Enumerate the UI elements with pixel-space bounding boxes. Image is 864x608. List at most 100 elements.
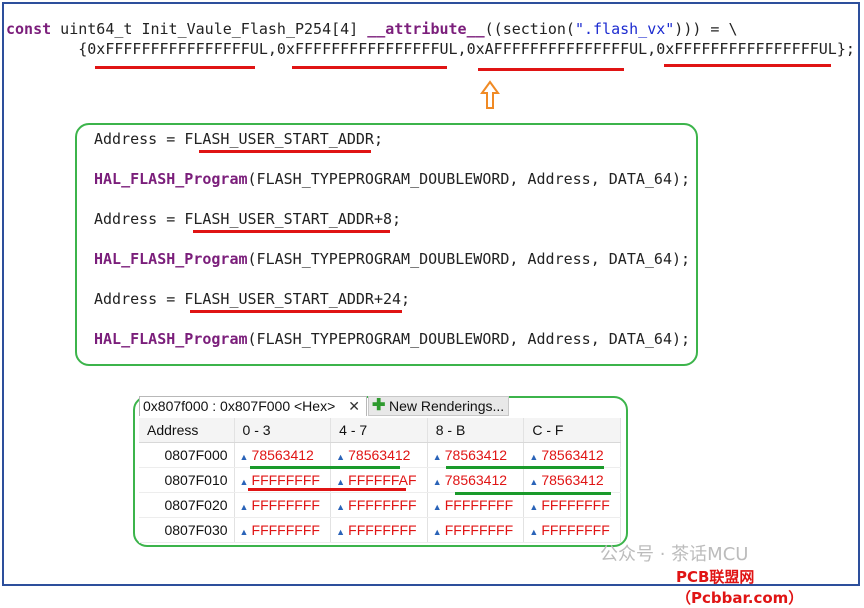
tab-memory-rendering[interactable]: 0x807f000 : 0x807F000 <Hex> ✕ — [139, 396, 367, 416]
function-name: HAL_FLASH_Program — [94, 250, 248, 268]
memory-table: Address 0 - 3 4 - 7 8 - B C - F 0807F000… — [139, 418, 621, 543]
table-row[interactable]: 0807F000 ▲ 78563412 ▲ 78563412 ▲ 78563412 ▲… — [139, 442, 621, 468]
cell-value: FFFFFFFF — [444, 522, 514, 538]
header-label: 8 - B — [435, 422, 466, 438]
memory-cell[interactable]: ▲ FFFFFFFF — [523, 517, 621, 543]
triangle-icon: ▲ — [432, 502, 442, 512]
cell-value: FFFFFFFF — [251, 497, 320, 513]
triangle-icon: ▲ — [239, 477, 249, 487]
row-address: 0807F020 — [139, 492, 235, 518]
memory-cell[interactable]: ▲ FFFFFFFF — [427, 517, 525, 543]
cell-value: FFFFFFFF — [348, 497, 417, 513]
row-address: 0807F010 — [139, 467, 235, 493]
row-address: 0807F000 — [139, 442, 235, 468]
triangle-icon: ▲ — [239, 502, 249, 512]
underline-row1-a — [248, 488, 406, 491]
plus-icon: ✚ — [372, 397, 386, 414]
watermark-site: PCB联盟网（Pcbbar.com） — [676, 568, 804, 607]
function-args: (FLASH_TYPEPROGRAM_DOUBLEWORD, Address, … — [247, 330, 691, 348]
memory-cell[interactable]: ▲ FFFFFFFF — [523, 492, 621, 518]
tab-label: New Renderings... — [389, 398, 505, 414]
section-string: ".flash_vx" — [574, 20, 675, 38]
memory-cell[interactable]: ▲ 78563412 — [523, 442, 621, 468]
triangle-icon: ▲ — [336, 527, 346, 537]
up-arrow-icon — [480, 80, 500, 109]
column-header[interactable]: 4 - 7 — [330, 418, 428, 443]
cell-value: 78563412 — [444, 447, 508, 463]
memory-cell[interactable]: ▲ FFFFFFFF — [427, 492, 525, 518]
triangle-icon: ▲ — [529, 477, 539, 487]
cell-value: 78563412 — [348, 447, 411, 463]
address-value: FLASH_USER_START_ADDR+24; — [184, 290, 411, 308]
memory-cell[interactable]: ▲ FFFFFFFF — [234, 517, 332, 543]
tab-label: 0x807f000 : 0x807F000 <Hex> — [143, 398, 336, 414]
header-label: 0 - 3 — [242, 422, 271, 438]
triangle-icon: ▲ — [336, 452, 346, 462]
watermark: 公众号 · 茶话MCU — [600, 544, 749, 565]
cell-value: 78563412 — [251, 447, 314, 463]
memory-view-panel: 0x807f000 : 0x807F000 <Hex> ✕ ✚ New Render… — [139, 396, 621, 543]
underline-row0-b — [446, 466, 604, 469]
function-name: HAL_FLASH_Program — [94, 170, 248, 188]
header-label: Address — [147, 422, 199, 438]
memory-cell[interactable]: ▲ 78563412 — [330, 442, 428, 468]
declaration-text: uint64_t Init_Vaule_Flash_P254[4] — [51, 20, 368, 38]
code-line-address-1: Address = FLASH_USER_START_ADDR; — [94, 129, 383, 149]
triangle-icon: ▲ — [336, 477, 346, 487]
table-row[interactable]: 0807F020 ▲ FFFFFFFF ▲ FFFFFFFF ▲ FFFFFFFF ▲… — [139, 492, 621, 518]
address-assign: Address = — [94, 130, 185, 148]
cell-value: 78563412 — [444, 472, 508, 488]
address-value: FLASH_USER_START_ADDR; — [184, 130, 383, 148]
cell-value: FFFFFFFF — [541, 522, 610, 538]
function-args: (FLASH_TYPEPROGRAM_DOUBLEWORD, Address, … — [247, 170, 691, 188]
underline-value-2 — [292, 66, 447, 69]
cell-value: FFFFFFAF — [348, 472, 417, 488]
triangle-icon: ▲ — [432, 527, 442, 537]
column-header[interactable]: 8 - B — [427, 418, 525, 443]
column-header[interactable]: C - F — [523, 418, 621, 443]
cell-value: FFFFFFFF — [444, 497, 514, 513]
header-label: 4 - 7 — [339, 422, 368, 438]
underline-addr-3 — [190, 310, 402, 313]
underline-row1-b — [455, 492, 611, 495]
memory-cell[interactable]: ▲ 78563412 — [523, 467, 621, 493]
section-text: ((section( — [484, 20, 575, 38]
code-line-program-3: HAL_FLASH_Program(FLASH_TYPEPROGRAM_DOUB… — [94, 329, 690, 349]
memory-cell[interactable]: ▲ FFFFFFFF — [234, 492, 332, 518]
memory-cell[interactable]: ▲ FFFFFFFF — [330, 492, 428, 518]
address-value: FLASH_USER_START_ADDR+8; — [184, 210, 402, 228]
cell-value: FFFFFFFF — [251, 522, 320, 538]
memory-cell[interactable]: ▲ FFFFFFFF — [330, 517, 428, 543]
triangle-icon: ▲ — [432, 477, 442, 487]
row-address: 0807F030 — [139, 517, 235, 543]
memory-tab-bar: 0x807f000 : 0x807F000 <Hex> ✕ ✚ New Render… — [139, 396, 621, 416]
cell-value: 78563412 — [541, 472, 604, 488]
address-assign: Address = — [94, 290, 185, 308]
table-row[interactable]: 0807F030 ▲ FFFFFFFF ▲ FFFFFFFF ▲ FFFFFFFF ▲… — [139, 517, 621, 543]
code-line-address-2: Address = FLASH_USER_START_ADDR+8; — [94, 209, 401, 229]
triangle-icon: ▲ — [529, 452, 539, 462]
code-line-address-3: Address = FLASH_USER_START_ADDR+24; — [94, 289, 410, 309]
code-line-initializer: {0xFFFFFFFFFFFFFFFFUL,0xFFFFFFFFFFFFFFFF… — [6, 40, 855, 58]
triangle-icon: ▲ — [432, 452, 442, 462]
memory-cell[interactable]: ▲ 78563412 — [427, 442, 525, 468]
cell-value: FFFFFFFF — [348, 522, 417, 538]
column-header[interactable]: 0 - 3 — [234, 418, 332, 443]
close-icon[interactable]: ✕ — [348, 397, 360, 415]
underline-addr-1 — [199, 150, 371, 153]
declaration-end: ))) = \ — [674, 20, 738, 38]
function-args: (FLASH_TYPEPROGRAM_DOUBLEWORD, Address, … — [247, 250, 691, 268]
cell-value: 78563412 — [541, 447, 604, 463]
cell-value: FFFFFFFF — [251, 472, 320, 488]
header-label: C - F — [532, 422, 564, 438]
attribute-keyword: __attribute__ — [367, 20, 485, 38]
tab-new-renderings[interactable]: ✚ New Renderings... — [368, 396, 509, 416]
memory-cell[interactable]: ▲ 78563412 — [427, 467, 525, 493]
triangle-icon: ▲ — [239, 452, 249, 462]
underline-value-4 — [664, 64, 831, 67]
column-header[interactable]: Address — [139, 418, 235, 443]
memory-cell[interactable]: ▲ 78563412 — [234, 442, 332, 468]
code-line-declaration: const uint64_t Init_Vaule_Flash_P254[4] … — [6, 19, 738, 39]
triangle-icon: ▲ — [529, 527, 539, 537]
cell-value: FFFFFFFF — [541, 497, 610, 513]
